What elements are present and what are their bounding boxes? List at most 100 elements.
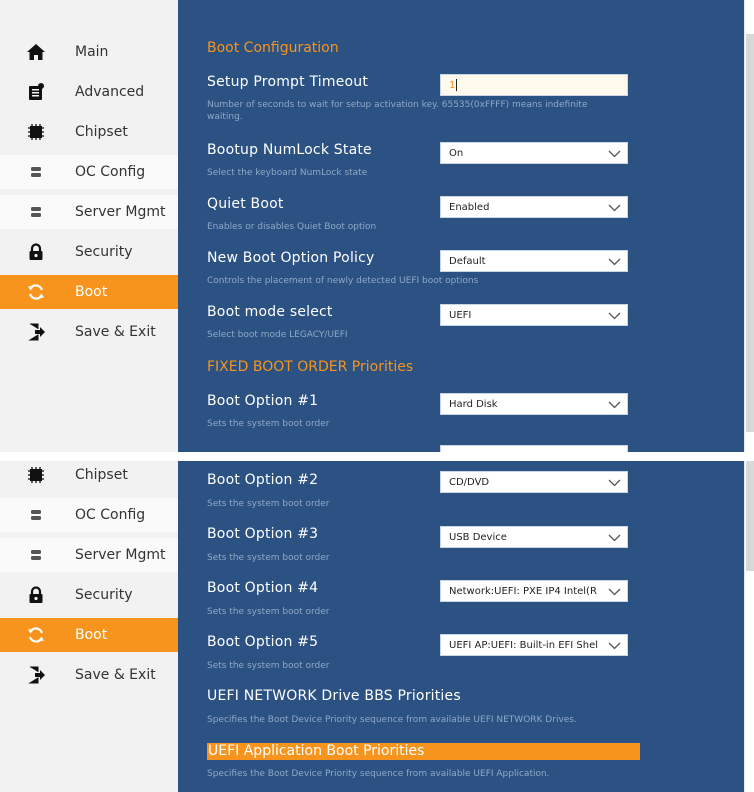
sidebar-item-main[interactable]: Main [0,35,178,69]
sidebar-item-label: OC Config [75,507,146,523]
chevron-down-icon [608,201,621,214]
bios-screenshot-top: Main Advanced Chipset OC Config Server M… [0,0,754,452]
chevron-down-icon [608,255,621,268]
section-title: Boot Configuration [207,40,339,56]
sidebar-item-label: Chipset [75,467,128,483]
sidebar-item-label: Advanced [75,84,145,100]
sidebar-item-label: Security [75,244,133,260]
quiet-boot-label: Quiet Boot [207,196,284,212]
sidebar-item-boot[interactable]: Boot [0,618,178,652]
boot-option-5-desc: Sets the system boot order [207,661,330,671]
chevron-down-icon [608,476,621,489]
quiet-boot-select[interactable]: Enabled [440,196,628,218]
chevron-down-icon [608,309,621,322]
boot-option-5-label: Boot Option #5 [207,634,319,650]
server-icon [26,202,46,222]
sidebar-item-label: Server Mgmt [75,204,166,220]
boot-option-1-label: Boot Option #1 [207,393,319,409]
uefi-network-priorities-desc: Specifies the Boot Device Priority seque… [207,715,577,725]
refresh-icon [26,625,46,645]
sidebar-item-label: OC Config [75,164,146,180]
server-icon [26,162,46,182]
select-value: Hard Disk [449,398,498,410]
sidebar-item-security[interactable]: Security [0,578,178,612]
chip-icon [26,465,46,485]
desc-line: waiting. [207,112,243,122]
lock-icon [26,585,46,605]
boot-option-5-select[interactable]: UEFI AP:UEFI: Built-in EFI Shel [440,634,628,656]
select-value: Default [449,255,486,267]
boot-mode-label: Boot mode select [207,304,333,320]
settings-panel: Boot Option #2 CD/DVD Sets the system bo… [178,461,744,792]
sidebar-item-label: Server Mgmt [75,547,166,563]
sidebar-item-advanced[interactable]: Advanced [0,75,178,109]
chevron-down-icon [608,639,621,652]
scrollbar-thumb[interactable] [746,34,754,432]
sidebar: Main Advanced Chipset OC Config Server M… [0,0,178,452]
scrollbar[interactable] [744,461,754,792]
chevron-down-icon [608,147,621,160]
select-value: CD/DVD [449,476,490,488]
uefi-network-priorities-link[interactable]: UEFI NETWORK Drive BBS Priorities [207,688,461,704]
sidebar-item-save-exit[interactable]: Save & Exit [0,315,178,349]
boot-option-4-desc: Sets the system boot order [207,607,330,617]
sidebar-item-label: Security [75,587,133,603]
boot-option-2-label: Boot Option #2 [207,472,319,488]
sidebar-item-label: Save & Exit [75,324,156,340]
settings-panel: Boot Configuration Setup Prompt Timeout … [178,0,744,452]
select-value: Network:UEFI: PXE IP4 Intel(R [449,585,597,597]
sidebar-item-oc-config[interactable]: OC Config [0,155,178,189]
select-value: UEFI [449,309,472,321]
sidebar-item-server-mgmt[interactable]: Server Mgmt [0,538,178,572]
sidebar-item-oc-config[interactable]: OC Config [0,498,178,532]
advanced-icon [26,82,46,102]
server-icon [26,545,46,565]
sidebar-item-chipset[interactable]: Chipset [0,461,178,492]
new-boot-policy-desc: Controls the placement of newly detected… [207,276,479,286]
setup-prompt-timeout-value: 1 [449,79,456,91]
uefi-application-priorities-desc: Specifies the Boot Device Priority seque… [207,769,550,779]
numlock-state-select[interactable]: On [440,142,628,164]
sidebar-item-label: Chipset [75,124,128,140]
boot-option-4-label: Boot Option #4 [207,580,319,596]
boot-option-2-select[interactable]: CD/DVD [440,471,628,493]
server-icon [26,505,46,525]
boot-option-3-label: Boot Option #3 [207,526,319,542]
chevron-down-icon [608,398,621,411]
sidebar-item-save-exit[interactable]: Save & Exit [0,658,178,692]
quiet-boot-desc: Enables or disables Quiet Boot option [207,222,377,232]
exit-icon [26,665,46,685]
home-icon [26,42,46,62]
sidebar-item-label: Boot [75,627,108,643]
boot-option-3-desc: Sets the system boot order [207,553,330,563]
sidebar-item-chipset[interactable]: Chipset [0,115,178,149]
numlock-state-desc: Select the keyboard NumLock state [207,168,368,178]
sidebar-item-label: Boot [75,284,108,300]
boot-option-1-desc: Sets the system boot order [207,419,330,429]
fixed-boot-order-title: FIXED BOOT ORDER Priorities [207,359,414,375]
new-boot-policy-select[interactable]: Default [440,250,628,272]
chevron-down-icon [608,585,621,598]
uefi-application-priorities-link[interactable]: UEFI Application Boot Priorities [207,743,640,760]
scrollbar[interactable] [744,0,754,452]
sidebar-item-security[interactable]: Security [0,235,178,269]
numlock-state-label: Bootup NumLock State [207,142,372,158]
sidebar-item-label: Save & Exit [75,667,156,683]
select-value: Enabled [449,201,490,213]
sidebar-item-server-mgmt[interactable]: Server Mgmt [0,195,178,229]
refresh-icon [26,282,46,302]
scrollbar-thumb[interactable] [746,461,754,571]
boot-option-4-select[interactable]: Network:UEFI: PXE IP4 Intel(R [440,580,628,602]
boot-option-2-select-partial[interactable] [440,445,628,452]
boot-option-1-select[interactable]: Hard Disk [440,393,628,415]
setup-prompt-timeout-input[interactable]: 1 [440,74,628,96]
new-boot-policy-label: New Boot Option Policy [207,250,375,266]
boot-option-3-select[interactable]: USB Device [440,526,628,548]
select-value: On [449,147,464,159]
exit-icon [26,322,46,342]
setup-prompt-timeout-label: Setup Prompt Timeout [207,74,369,90]
sidebar: Chipset OC Config Server Mgmt Security B… [0,461,178,792]
boot-mode-select[interactable]: UEFI [440,304,628,326]
boot-option-2-desc: Sets the system boot order [207,499,330,509]
sidebar-item-boot[interactable]: Boot [0,275,178,309]
